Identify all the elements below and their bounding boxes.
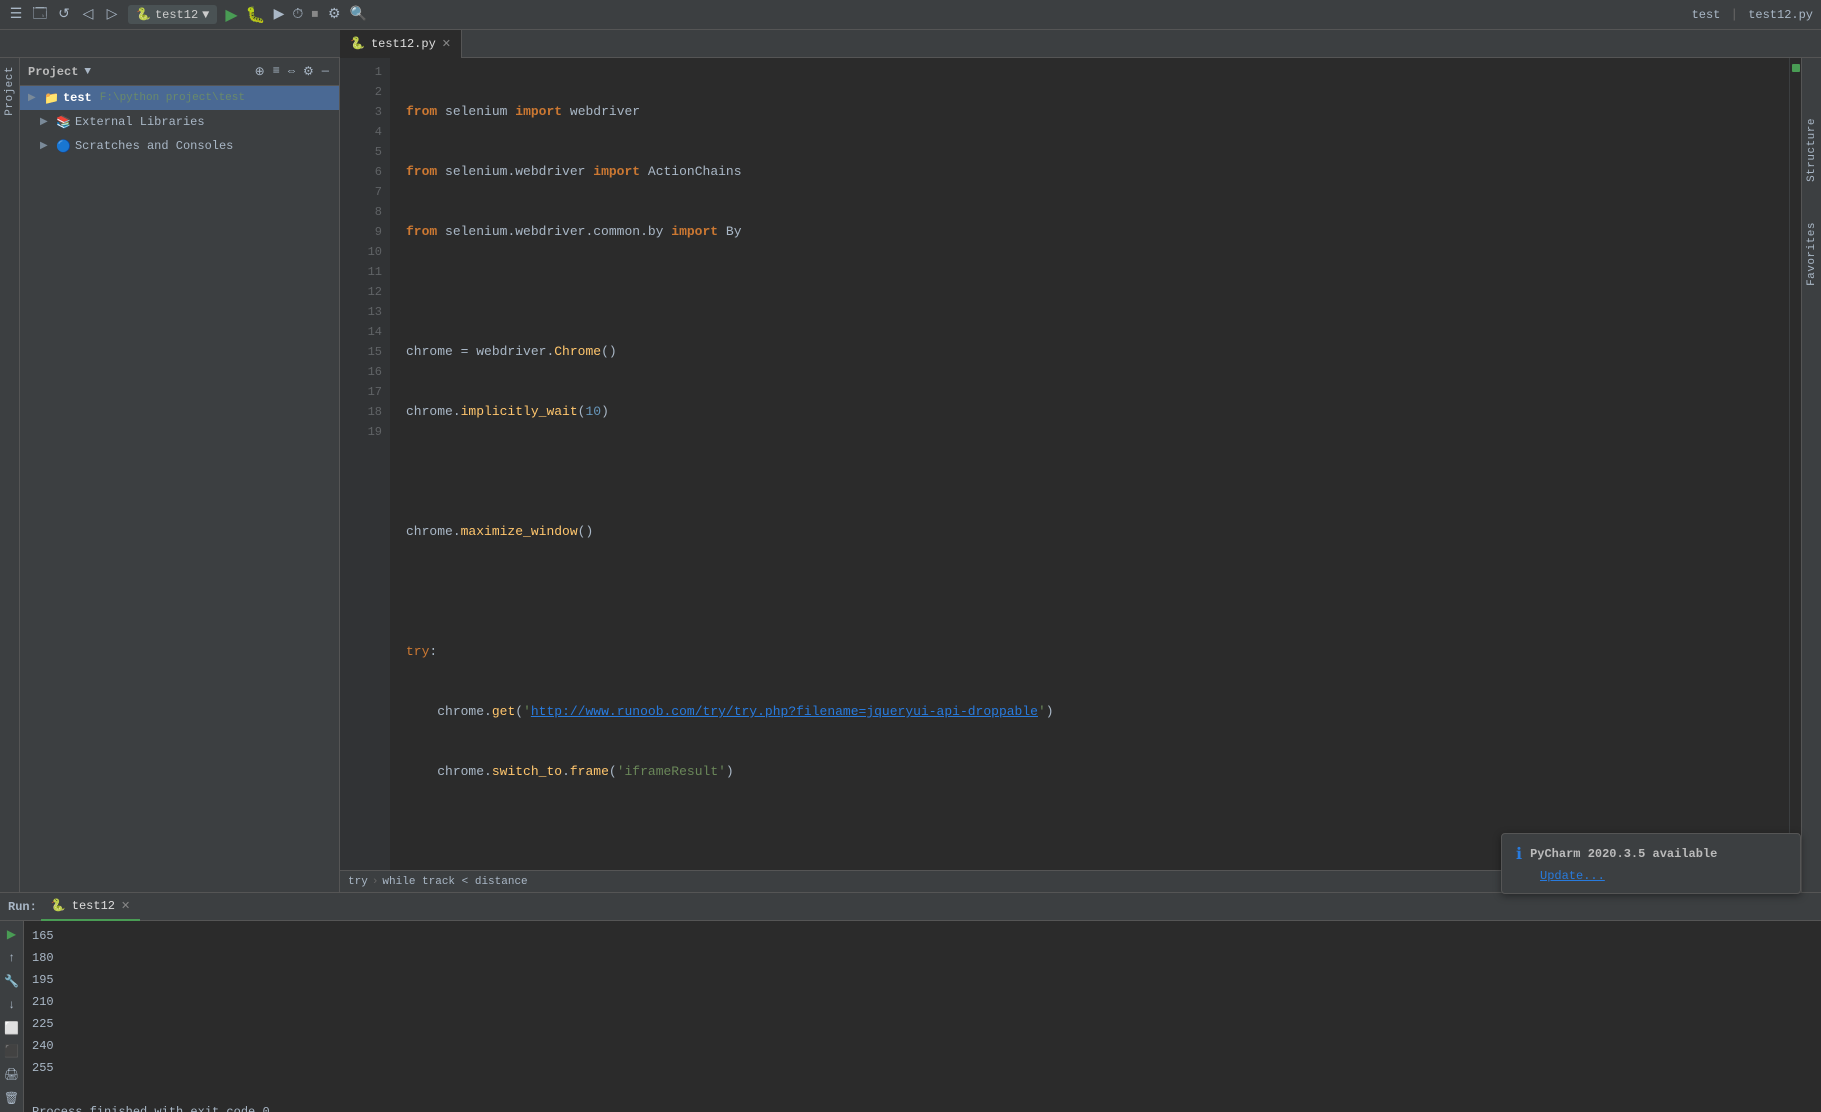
expand-icon[interactable]: ⇔ <box>286 62 297 81</box>
collapse-icon[interactable]: ≡ <box>271 62 282 81</box>
panel-dropdown-icon[interactable]: ▼ <box>84 66 91 78</box>
tree-arrow-scratches: ▶ <box>40 140 52 152</box>
settings-panel-icon[interactable]: ⚙ <box>301 62 316 81</box>
console-line-blank <box>32 1079 1813 1101</box>
minimize-panel-icon[interactable]: — <box>320 62 331 81</box>
project-label: test <box>1692 8 1721 22</box>
scroll-down-icon[interactable]: ↓ <box>2 995 22 1014</box>
right-strip: Structure Favorites <box>1801 58 1821 892</box>
breadcrumb-sep: › <box>372 876 379 888</box>
notif-title-row: ℹ PyCharm 2020.3.5 available <box>1516 844 1786 864</box>
bottom-content: ▶ ↑ 🔧 ↓ ⬜ ⬛ 🖨 🗑 165 180 195 210 225 240 … <box>0 921 1821 1112</box>
stop-button[interactable]: ⏹ <box>311 7 318 23</box>
run-tab-close[interactable]: ✕ <box>121 899 130 913</box>
profile-button[interactable]: ⏱ <box>292 7 303 23</box>
tree-item-test[interactable]: ▶ 📁 test F:\python project\test <box>20 86 339 110</box>
console-line-4: 210 <box>32 991 1813 1013</box>
console-line-7: 255 <box>32 1057 1813 1079</box>
tab-file-icon: 🐍 <box>350 36 365 51</box>
console-line-3: 195 <box>32 969 1813 991</box>
tab-test12[interactable]: 🐍 test12.py ✕ <box>340 30 462 58</box>
run-tab-icon: 🐍 <box>51 898 66 913</box>
panel-btn4[interactable]: 🗑 <box>2 1089 22 1108</box>
tree-label-scratches: Scratches and Consoles <box>75 139 233 153</box>
panel-header: Project ▼ ⊕ ≡ ⇔ ⚙ — <box>20 58 339 86</box>
debug-button[interactable]: 🐛 <box>246 5 266 25</box>
panel-title: Project <box>28 65 78 79</box>
run-label: Run: <box>8 900 37 914</box>
run-play-icon[interactable]: ▶ <box>2 925 22 944</box>
editor-area: 1234 5678 9101112 13141516 171819 from s… <box>340 58 1801 892</box>
tree-label-test: test <box>63 91 92 105</box>
forward-icon[interactable]: ▷ <box>104 7 120 23</box>
tree-item-external-libs[interactable]: ▶ 📚 External Libraries <box>20 110 339 134</box>
main-layout: Project Project ▼ ⊕ ≡ ⇔ ⚙ — ▶ 📁 test F:\… <box>0 58 1821 892</box>
panel-btn1[interactable]: ⬜ <box>2 1019 22 1038</box>
project-panel: Project ▼ ⊕ ≡ ⇔ ⚙ — ▶ 📁 test F:\python p… <box>20 58 340 892</box>
run-coverage-button[interactable]: ▶ <box>274 6 285 23</box>
back-icon[interactable]: ◁ <box>80 7 96 23</box>
refresh-icon[interactable]: ↺ <box>56 7 72 23</box>
project-sidebar-label[interactable]: Project <box>4 66 16 116</box>
separator: | <box>1730 7 1738 22</box>
console-line-1: 165 <box>32 925 1813 947</box>
structure-label[interactable]: Structure <box>1806 118 1818 182</box>
search-icon[interactable]: 🔍 <box>350 7 366 23</box>
tree-arrow-extlibs: ▶ <box>40 116 52 128</box>
console-line-6: 240 <box>32 1035 1813 1057</box>
scroll-up-icon[interactable]: ↑ <box>2 948 22 967</box>
favorites-label[interactable]: Favorites <box>1806 222 1818 286</box>
code-editor[interactable]: from selenium import webdriver from sele… <box>390 58 1789 870</box>
console-line-5: 225 <box>32 1013 1813 1035</box>
left-sidebar-strip: Project <box>0 58 20 892</box>
run-tab-label: test12 <box>72 899 115 913</box>
panel-btn3[interactable]: 🖨 <box>2 1065 22 1084</box>
run-button[interactable]: ▶ <box>225 5 237 25</box>
tree-arrow-test: ▶ <box>28 92 40 104</box>
project-dropdown[interactable]: 🐍 test12 ▼ <box>128 5 217 24</box>
extlib-icon: 📚 <box>56 115 71 130</box>
notification-popup: ℹ PyCharm 2020.3.5 available Update... <box>1501 833 1801 894</box>
line-numbers: 1234 5678 9101112 13141516 171819 <box>340 58 390 870</box>
breadcrumb-while: while track < distance <box>382 876 527 888</box>
gutter-mark-green <box>1792 64 1800 72</box>
console-exit-msg: Process finished with exit code 0 <box>32 1101 1813 1112</box>
bottom-panel: Run: 🐍 test12 ✕ ▶ ↑ 🔧 ↓ ⬜ ⬛ 🖨 🗑 165 180 … <box>0 892 1821 1112</box>
bottom-tabbar: Run: 🐍 test12 ✕ <box>0 893 1821 921</box>
tab-label: test12.py <box>371 37 436 51</box>
window-icon[interactable]: 🗔 <box>32 7 48 23</box>
folder-icon: 📁 <box>44 91 59 106</box>
editor-tabbar: 🐍 test12.py ✕ <box>0 30 1821 58</box>
locate-icon[interactable]: ⊕ <box>253 62 267 81</box>
file-label: test12.py <box>1748 8 1813 22</box>
panel-btn2[interactable]: ⬛ <box>2 1042 22 1061</box>
breadcrumb-try: try <box>348 876 368 888</box>
right-gutter <box>1789 58 1801 870</box>
menu-icon[interactable]: ☰ <box>8 7 24 23</box>
bottom-tab-test12[interactable]: 🐍 test12 ✕ <box>41 893 140 921</box>
console-output: 165 180 195 210 225 240 255 Process fini… <box>24 921 1821 1112</box>
notif-title-text: PyCharm 2020.3.5 available <box>1530 847 1717 861</box>
settings-icon[interactable]: ⚙ <box>326 7 342 23</box>
tree-item-scratches[interactable]: ▶ 🔵 Scratches and Consoles <box>20 134 339 158</box>
tree-label-extlibs: External Libraries <box>75 115 205 129</box>
tree-path-test: F:\python project\test <box>100 92 245 104</box>
code-container: 1234 5678 9101112 13141516 171819 from s… <box>340 58 1801 870</box>
tab-close-icon[interactable]: ✕ <box>442 37 451 51</box>
console-line-2: 180 <box>32 947 1813 969</box>
titlebar: ☰ 🗔 ↺ ◁ ▷ 🐍 test12 ▼ ▶ 🐛 ▶ ⏱ ⏹ ⚙ 🔍 test … <box>0 0 1821 30</box>
notif-update-link[interactable]: Update... <box>1540 869 1605 883</box>
tools-icon[interactable]: 🔧 <box>2 972 22 991</box>
notif-link-row: Update... <box>1516 868 1786 883</box>
bottom-left-strip: ▶ ↑ 🔧 ↓ ⬜ ⬛ 🖨 🗑 <box>0 921 24 1112</box>
notif-info-icon: ℹ <box>1516 844 1522 864</box>
scratches-icon: 🔵 <box>56 139 71 154</box>
